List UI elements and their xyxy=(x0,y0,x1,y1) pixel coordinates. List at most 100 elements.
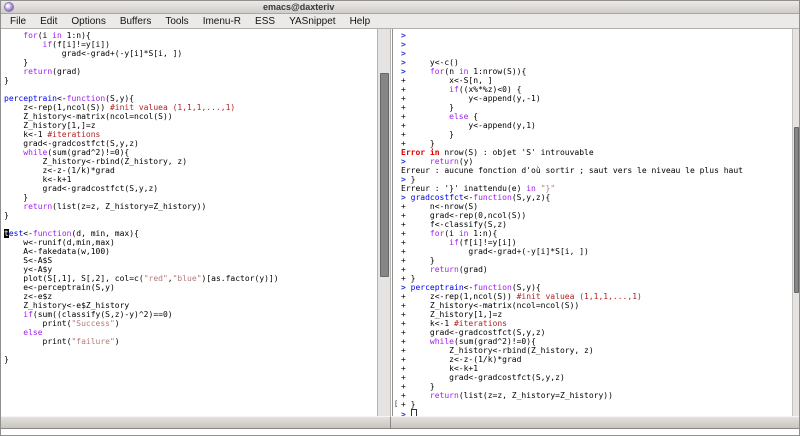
source-buffer-solution-r[interactable]: for(i in 1:n){ if(f[i]!=y[i]) grad<-grad… xyxy=(1,29,377,416)
code-line: + while(sum(grad^2)!=0){ xyxy=(401,337,536,346)
code-line: print("failure") xyxy=(4,337,120,346)
code-line: + grad<-grad+(-y[i]*S[i, ]) xyxy=(401,247,589,256)
code-line: + } xyxy=(401,103,454,112)
code-line: + f<-classify(S,z) xyxy=(401,220,507,229)
code-line: return(list(z=z, Z_history=Z_history)) xyxy=(23,202,207,211)
code-line: z<-e$z xyxy=(4,292,53,301)
menu-options[interactable]: Options xyxy=(64,16,112,27)
code-line: } xyxy=(4,58,29,67)
code-line: + } xyxy=(401,274,416,283)
mode-line-left: -:--- solution.R Bot L44 (ESS[S] [R db -… xyxy=(1,416,391,429)
code-line: > } xyxy=(401,175,416,184)
code-line: > for(n in 1:nrow(S)){ xyxy=(401,67,527,76)
code-line: > xyxy=(401,40,406,49)
menu-ess[interactable]: ESS xyxy=(248,16,282,27)
code-line: + return(list(z=z, Z_history=Z_history)) xyxy=(401,391,613,400)
code-line: Z_history<-matrix(ncol=ncol(S)) xyxy=(4,112,173,121)
menu-yasnippet[interactable]: YASnippet xyxy=(282,16,343,27)
code-line: w<-runif(d,min,max) xyxy=(4,238,115,247)
code-line: while(sum(grad^2)!=0){ xyxy=(23,148,130,157)
menu-bar: File Edit Options Buffers Tools Imenu-R … xyxy=(1,14,799,29)
left-scrollbar-thumb[interactable] xyxy=(380,73,389,277)
code-line: > xyxy=(401,31,406,40)
code-line: test<-function(d, min, max){ xyxy=(4,229,139,238)
code-line: grad<-grad+(-y[i]*S[i, ]) xyxy=(4,49,183,58)
code-line: + Z_history<-matrix(ncol=ncol(S)) xyxy=(401,301,580,310)
code-line: + k<-1 #iterations xyxy=(401,319,507,328)
right-scrollbar-thumb[interactable] xyxy=(794,127,799,293)
echo-area[interactable] xyxy=(1,429,799,435)
code-line: + grad<-gradcostfct(S,y,z) xyxy=(401,328,546,337)
emacs-app-icon[interactable] xyxy=(4,2,14,12)
menu-file[interactable]: File xyxy=(3,16,33,27)
code-line: Error in nrow(S) : objet 'S' introuvable xyxy=(401,148,594,157)
buffer-end-fringe-icon: [ xyxy=(394,400,399,408)
left-window-scrollbar[interactable] xyxy=(377,29,391,416)
code-line: > y<-c() xyxy=(401,58,459,67)
menu-help[interactable]: Help xyxy=(343,16,378,27)
code-line: for(i in 1:n){ xyxy=(23,31,91,40)
code-line: + n<-nrow(S) xyxy=(401,202,479,211)
code-line: if(f[i]!=y[i]) xyxy=(42,40,110,49)
code-line: + if(f[i]!=y[i]) xyxy=(401,238,517,247)
code-line: + k<-k+1 xyxy=(401,364,479,373)
code-line: grad<-gradcostfct(S,y,z) xyxy=(4,139,139,148)
menu-imenu-r[interactable]: Imenu-R xyxy=(196,16,248,27)
r-console-buffer[interactable]: > > > > y<-c() > for(n in 1:nrow(S)){+ x<… xyxy=(392,29,792,416)
code-line: + } xyxy=(401,256,435,265)
code-line: [+ } xyxy=(394,400,416,409)
code-line: Erreur : aucune fonction d'où sortir ; s… xyxy=(401,166,743,175)
code-line: + Z_history<-rbind(Z_history, z) xyxy=(401,346,594,355)
code-line: perceptrain<-function(S,y){ xyxy=(4,94,135,103)
code-line: > perceptrain<-function(S,y){ xyxy=(401,283,541,292)
code-line: } xyxy=(4,211,9,220)
code-line: grad<-gradcostfct(S,y,z) xyxy=(4,184,159,193)
code-line: + Z_history[1,]=z xyxy=(401,310,503,319)
code-line: z<-z-(1/k)*grad xyxy=(4,166,115,175)
window-title: emacs@daxteriv xyxy=(263,2,335,12)
code-line: Erreur : '}' inattendu(e) in "}" xyxy=(401,184,556,193)
code-line: + if((x%*%z)<0) { xyxy=(401,85,522,94)
code-line: k<-k+1 xyxy=(4,175,72,184)
code-line: > xyxy=(401,49,406,58)
code-line: + y<-append(y,1) xyxy=(401,121,536,130)
menu-edit[interactable]: Edit xyxy=(33,16,64,27)
code-line: + grad<-rep(0,ncol(S)) xyxy=(401,211,527,220)
code-line: Z_history<-rbind(Z_history, z) xyxy=(4,157,188,166)
code-line: } xyxy=(4,76,9,85)
code-line: + for(i in 1:n){ xyxy=(401,229,498,238)
code-line: S<-A$S xyxy=(4,256,53,265)
code-line: > xyxy=(401,409,792,416)
mode-line-right: U:**- *R* Bot L96 (iESS [R db -]: run El… xyxy=(391,416,799,429)
code-line: + } xyxy=(401,139,435,148)
code-line: + x<-S[n, ] xyxy=(401,76,493,85)
code-line: e<-perceptrain(S,y) xyxy=(4,283,115,292)
code-line: Z_history[1,]=z xyxy=(4,121,96,130)
code-line: } xyxy=(4,193,29,202)
code-line: k<-1 #iterations xyxy=(4,130,101,139)
right-window-scrollbar[interactable] xyxy=(792,29,799,416)
code-line: else xyxy=(23,328,43,337)
code-line: y<-A$y xyxy=(4,265,53,274)
emacs-frame: emacs@daxteriv File Edit Options Buffers… xyxy=(0,0,800,436)
code-line: A<-fakedata(w,100) xyxy=(4,247,110,256)
code-line: > return(y) xyxy=(401,157,474,166)
inactive-cursor xyxy=(410,409,417,416)
code-line: + return(grad) xyxy=(401,265,488,274)
code-line: } xyxy=(4,355,9,364)
code-line: plot(S[,1], S[,2], col=c("red","blue")[a… xyxy=(4,274,279,283)
code-line: + } xyxy=(401,130,454,139)
code-line: + grad<-gradcostfct(S,y,z) xyxy=(401,373,565,382)
code-line: + y<-append(y,-1) xyxy=(401,94,541,103)
menu-buffers[interactable]: Buffers xyxy=(113,16,159,27)
title-bar: emacs@daxteriv xyxy=(1,1,799,14)
menu-tools[interactable]: Tools xyxy=(158,16,195,27)
code-line: + z<-rep(1,ncol(S)) #init valuea (1,1,1,… xyxy=(401,292,642,301)
code-line: Z_history<-e$Z_history xyxy=(4,301,130,310)
code-line: if(sum((classify(S,z)-y)^2)==0) xyxy=(23,310,173,319)
code-line: + } xyxy=(401,382,435,391)
code-line: > gradcostfct<-function(S,y,z){ xyxy=(401,193,551,202)
